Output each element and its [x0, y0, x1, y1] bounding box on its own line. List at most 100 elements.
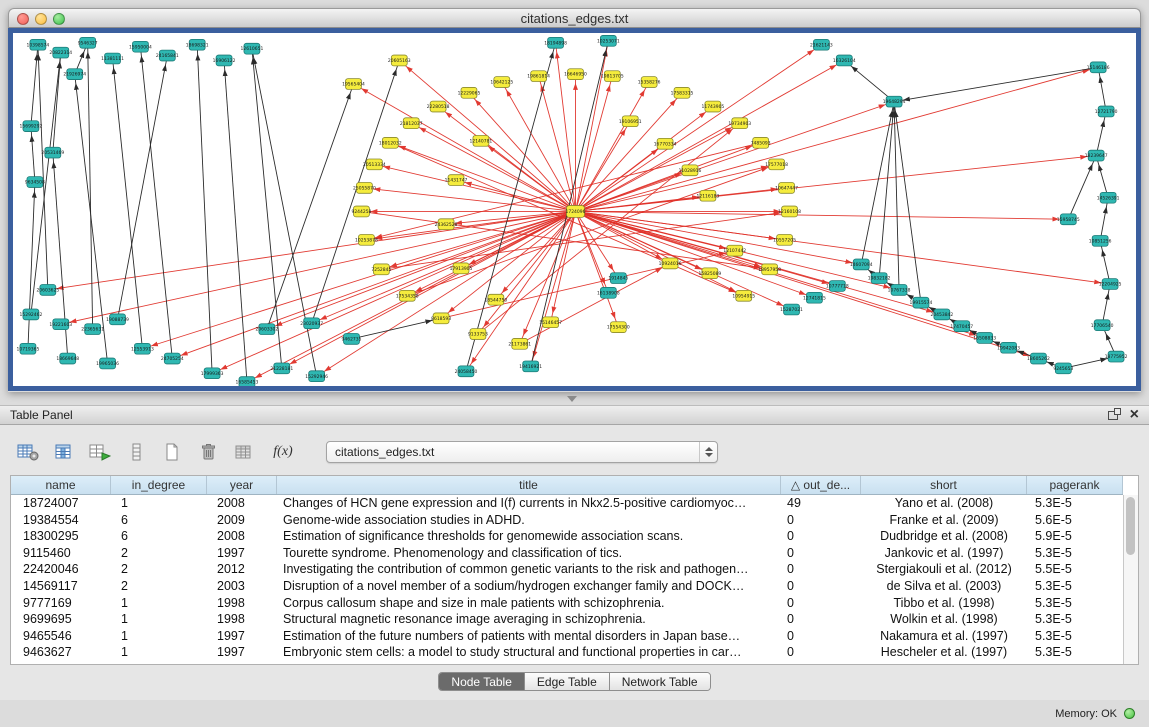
row-view-button[interactable] [122, 439, 150, 465]
show-columns-button[interactable] [50, 439, 78, 465]
graph-node[interactable]: 7252845 [371, 264, 391, 275]
graph-node[interactable]: 18544750 [484, 294, 507, 305]
graph-node[interactable]: 18605262 [1027, 353, 1050, 364]
window-titlebar[interactable]: citations_edges.txt [8, 8, 1141, 28]
table-row[interactable]: 1456911722003Disruption of a novel membe… [11, 578, 1123, 595]
graph-node[interactable]: 19648294 [883, 96, 906, 107]
tab-network-table[interactable]: Network Table [610, 673, 710, 690]
graph-hub-node[interactable]: 1724096 [566, 206, 586, 218]
graph-node[interactable]: 19965036 [96, 358, 119, 369]
graph-node[interactable]: 22365631 [81, 324, 104, 335]
graph-node[interactable]: 16326104 [833, 55, 856, 66]
graph-node[interactable]: 10777718 [826, 281, 849, 292]
graph-node[interactable]: 24362528 [435, 219, 458, 230]
graph-node[interactable]: 10557205 [773, 235, 796, 246]
graph-node[interactable]: 16770334 [654, 138, 677, 149]
graph-node[interactable]: 17577018 [765, 159, 788, 170]
graph-node[interactable]: 12107442 [723, 245, 746, 256]
graph-node[interactable]: 9634508 [25, 177, 45, 188]
graph-node[interactable]: 9546327 [78, 37, 98, 48]
graph-node[interactable]: 17583315 [671, 87, 694, 98]
tab-node-table[interactable]: Node Table [439, 673, 525, 690]
graph-node[interactable]: 19861814 [527, 71, 550, 82]
table-row[interactable]: 911546021997Tourette syndrome. Phenomeno… [11, 545, 1123, 562]
graph-node[interactable]: 21812037 [400, 118, 423, 129]
table-row[interactable]: 1938455462009Genome-wide association stu… [11, 512, 1123, 529]
import-table-button[interactable] [230, 439, 258, 465]
graph-node[interactable]: 10253878 [355, 235, 378, 246]
table-row[interactable]: 977716911998Corpus callosum shape and si… [11, 595, 1123, 612]
graph-node[interactable]: 8618593 [431, 313, 451, 324]
graph-node[interactable]: 12721790 [1095, 106, 1118, 117]
panel-splitter[interactable] [0, 392, 1149, 405]
graph-node[interactable]: 18669648 [56, 353, 79, 364]
graph-node[interactable]: 20453842 [930, 309, 953, 320]
graph-node[interactable]: 18239647 [1085, 150, 1108, 161]
graph-node[interactable]: 16585453 [236, 377, 259, 386]
graph-node[interactable]: 19813705 [601, 71, 624, 82]
graph-node[interactable]: 15292946 [305, 371, 328, 382]
graph-node[interactable]: 17706540 [1091, 320, 1114, 331]
table-row[interactable]: 2242004622012Investigating the contribut… [11, 561, 1123, 578]
zoom-window-button[interactable] [53, 13, 65, 25]
column-header-year[interactable]: year [207, 476, 277, 494]
function-builder-button[interactable]: f(x) [266, 439, 300, 465]
graph-node[interactable]: 21228181 [270, 363, 293, 374]
graph-node[interactable]: 10253071 [597, 35, 620, 46]
graph-node[interactable]: 17913905 [450, 263, 473, 274]
graph-node[interactable]: 20603625 [36, 285, 59, 296]
column-header-in_degree[interactable]: in_degree [111, 476, 207, 494]
graph-node[interactable]: 12553913 [131, 343, 154, 354]
graph-node[interactable]: 17470457 [950, 321, 973, 332]
graph-node[interactable]: 21926974 [63, 69, 86, 80]
graph-node[interactable]: 11381111 [101, 53, 124, 64]
graph-node[interactable]: 24165841 [156, 50, 179, 61]
graph-node[interactable]: 9245653 [1053, 363, 1073, 374]
graph-node[interactable]: 18194898 [544, 37, 567, 48]
column-header-name[interactable]: name [11, 476, 111, 494]
graph-node[interactable]: 23020937 [300, 318, 323, 329]
graph-node[interactable]: 22280518 [427, 101, 450, 112]
table-row[interactable]: 946362711997Embryonic stem cells: a mode… [11, 644, 1123, 661]
graph-node[interactable]: 15950004 [129, 41, 152, 52]
column-header-pagerank[interactable]: pagerank [1027, 476, 1123, 494]
graph-node[interactable]: 19734903 [728, 118, 751, 129]
graph-node[interactable]: 18012032 [379, 137, 402, 148]
graph-node[interactable]: 9462735 [342, 334, 362, 345]
graph-node[interactable]: 25055870 [353, 183, 376, 194]
graph-node[interactable]: 24705254 [161, 353, 184, 364]
graph-node[interactable]: 15825089 [699, 268, 722, 279]
table-row[interactable]: 969969511998Structural magnetic resonanc… [11, 611, 1123, 628]
graph-node[interactable]: 1914845 [608, 273, 628, 284]
table-row[interactable]: 1830029562008Estimation of significance … [11, 528, 1123, 545]
float-panel-button[interactable] [1108, 411, 1118, 420]
graph-node[interactable]: 10851256 [1089, 235, 1112, 246]
graph-node[interactable]: 15958745 [1057, 214, 1080, 225]
graph-node[interactable]: 20822314 [49, 47, 72, 58]
graph-node[interactable]: 16138908 [597, 287, 620, 298]
graph-node[interactable]: 16508833 [973, 333, 996, 344]
graph-node[interactable]: 15292462 [20, 309, 43, 320]
create-column-button[interactable] [86, 439, 114, 465]
graph-node[interactable]: 12741815 [803, 292, 826, 303]
graph-node[interactable]: 19106951 [619, 116, 642, 127]
graph-node[interactable]: 11431747 [445, 175, 468, 186]
graph-node[interactable]: 19221603 [49, 319, 72, 330]
graph-node[interactable]: 24058450 [455, 366, 478, 377]
graph-node[interactable]: 10642125 [490, 77, 513, 88]
minimize-window-button[interactable] [35, 13, 47, 25]
delete-button[interactable] [194, 439, 222, 465]
table-mode-button[interactable] [14, 439, 42, 465]
graph-node[interactable]: 17534358 [396, 290, 419, 301]
graph-node[interactable]: 19565404 [342, 79, 365, 90]
graph-node[interactable]: 18698321 [186, 39, 209, 50]
table-row[interactable]: 1872400712008Changes of HCN gene express… [11, 495, 1123, 512]
close-panel-button[interactable]: × [1130, 408, 1139, 422]
graph-node[interactable]: 18775952 [1105, 351, 1128, 362]
table-row[interactable]: 946554611997Estimation of the future num… [11, 628, 1123, 645]
column-header-title[interactable]: title [277, 476, 781, 494]
graph-node[interactable]: 20605163 [388, 55, 411, 66]
graph-node[interactable]: 21621143 [810, 39, 833, 50]
graph-node[interactable]: 19942083 [997, 342, 1020, 353]
graph-node[interactable]: 14607094 [850, 259, 873, 270]
